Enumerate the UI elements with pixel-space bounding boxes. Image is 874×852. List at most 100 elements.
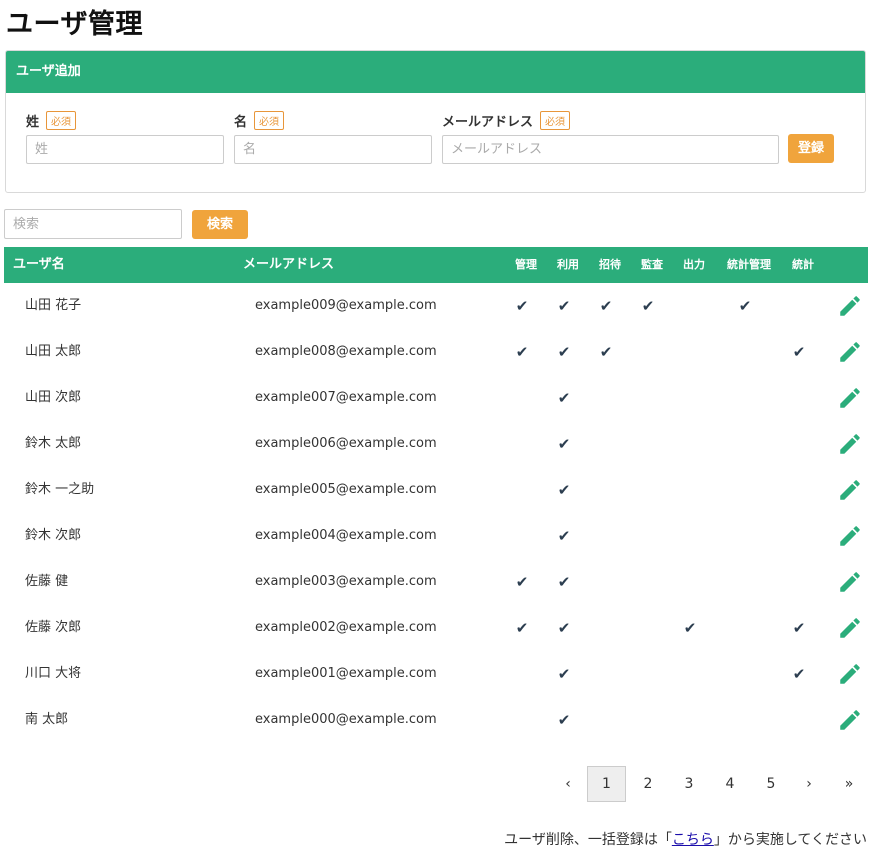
user-email: example003@example.com	[255, 574, 437, 589]
page-title: ユーザ管理	[6, 9, 143, 40]
email-label-text: メールアドレス	[442, 115, 534, 130]
column-header-audit: 監査	[641, 258, 663, 271]
column-header-stats: 統計	[792, 258, 814, 271]
required-badge: 必須	[540, 111, 571, 130]
user-name: 佐藤 次郎	[25, 620, 82, 635]
table-row: 鈴木 太郎 example006@example.com ✔	[4, 421, 868, 467]
table-row: 鈴木 一之助 example005@example.com ✔	[4, 467, 868, 513]
check-icon: ✔	[792, 343, 806, 361]
add-user-header: ユーザ追加	[6, 51, 865, 93]
user-email: example001@example.com	[255, 666, 437, 681]
column-header-stats-admin: 統計管理	[727, 258, 771, 271]
user-email: example006@example.com	[255, 436, 437, 451]
pencil-icon[interactable]	[837, 615, 863, 641]
column-header-export: 出力	[683, 258, 705, 271]
column-header-name: ユーザ名	[13, 257, 65, 272]
check-icon: ✔	[557, 435, 571, 453]
pencil-icon[interactable]	[837, 385, 863, 411]
pencil-icon[interactable]	[837, 569, 863, 595]
pagination-page-1[interactable]: 1	[587, 766, 626, 802]
column-header-email: メールアドレス	[243, 257, 335, 272]
pagination-page-3[interactable]: 3	[671, 766, 707, 802]
pencil-icon[interactable]	[837, 431, 863, 457]
user-name: 南 太郎	[25, 712, 69, 727]
table-row: 南 太郎 example000@example.com ✔	[4, 697, 868, 743]
user-name: 鈴木 一之助	[25, 482, 95, 497]
user-name: 山田 太郎	[25, 344, 82, 359]
pencil-icon[interactable]	[837, 707, 863, 733]
pencil-icon[interactable]	[837, 523, 863, 549]
user-email: example009@example.com	[255, 298, 437, 313]
user-email: example004@example.com	[255, 528, 437, 543]
check-icon: ✔	[683, 619, 697, 637]
user-management-page: ユーザ管理 ユーザ追加 姓必須 名必須 メールアドレス必須 登録 検索 ユーザ名…	[0, 0, 874, 852]
check-icon: ✔	[641, 297, 655, 315]
last-name-label: 姓必須	[26, 111, 77, 130]
footer-note-before: ユーザ削除、一括登録は「	[504, 832, 672, 848]
pencil-icon[interactable]	[837, 293, 863, 319]
user-name: 山田 花子	[25, 298, 82, 313]
check-icon: ✔	[515, 619, 529, 637]
check-icon: ✔	[515, 343, 529, 361]
column-header-use: 利用	[557, 258, 579, 271]
check-icon: ✔	[792, 619, 806, 637]
check-icon: ✔	[599, 343, 613, 361]
email-label: メールアドレス 必須	[442, 111, 571, 130]
pagination-next[interactable]: ›	[791, 766, 827, 802]
register-button[interactable]: 登録	[788, 134, 834, 163]
table-row: 川口 大将 example001@example.com ✔ ✔	[4, 651, 868, 697]
table-header: ユーザ名 メールアドレス 管理 利用 招待 監査 出力 統計管理 統計	[4, 247, 868, 283]
check-icon: ✔	[792, 665, 806, 683]
check-icon: ✔	[738, 297, 752, 315]
check-icon: ✔	[557, 619, 571, 637]
bulk-link[interactable]: こちら	[672, 832, 714, 848]
email-input[interactable]	[442, 135, 779, 164]
user-name: 佐藤 健	[25, 574, 69, 589]
pagination-prev[interactable]: ‹	[550, 766, 586, 802]
pencil-icon[interactable]	[837, 477, 863, 503]
table-row: 山田 太郎 example008@example.com ✔ ✔ ✔ ✔	[4, 329, 868, 375]
first-name-label: 名必須	[234, 111, 285, 130]
pencil-icon[interactable]	[837, 339, 863, 365]
check-icon: ✔	[515, 297, 529, 315]
last-name-input[interactable]	[26, 135, 224, 164]
user-email: example005@example.com	[255, 482, 437, 497]
user-name: 鈴木 次郎	[25, 528, 82, 543]
pencil-icon[interactable]	[837, 661, 863, 687]
pagination-page-2[interactable]: 2	[630, 766, 666, 802]
footer-note-after: 」から実施してください	[713, 832, 867, 848]
check-icon: ✔	[557, 711, 571, 729]
pagination-page-4[interactable]: 4	[712, 766, 748, 802]
user-name: 川口 大将	[25, 666, 82, 681]
check-icon: ✔	[557, 389, 571, 407]
last-name-label-text: 姓	[26, 115, 40, 130]
pagination-last[interactable]: »	[831, 766, 867, 802]
table-row: 山田 花子 example009@example.com ✔ ✔ ✔ ✔ ✔	[4, 283, 868, 329]
add-user-card: ユーザ追加 姓必須 名必須 メールアドレス必須 登録	[5, 50, 866, 193]
column-header-admin: 管理	[515, 258, 537, 271]
user-email: example000@example.com	[255, 712, 437, 727]
table-row: 佐藤 次郎 example002@example.com ✔ ✔ ✔ ✔	[4, 605, 868, 651]
table-row: 佐藤 健 example003@example.com ✔ ✔	[4, 559, 868, 605]
user-email: example008@example.com	[255, 344, 437, 359]
table-row: 山田 次郎 example007@example.com ✔	[4, 375, 868, 421]
pagination-page-5[interactable]: 5	[753, 766, 789, 802]
check-icon: ✔	[557, 573, 571, 591]
first-name-input[interactable]	[234, 135, 432, 164]
check-icon: ✔	[515, 573, 529, 591]
check-icon: ✔	[557, 343, 571, 361]
table-row: 鈴木 次郎 example004@example.com ✔	[4, 513, 868, 559]
column-header-invite: 招待	[599, 258, 621, 271]
check-icon: ✔	[557, 297, 571, 315]
check-icon: ✔	[557, 527, 571, 545]
required-badge: 必須	[46, 111, 77, 130]
required-badge: 必須	[254, 111, 285, 130]
footer-note: ユーザ削除、一括登録は「こちら」から実施してください	[504, 829, 867, 849]
user-email: example002@example.com	[255, 620, 437, 635]
search-input[interactable]	[4, 209, 182, 239]
user-name: 山田 次郎	[25, 390, 82, 405]
first-name-label-text: 名	[234, 115, 248, 130]
user-name: 鈴木 太郎	[25, 436, 82, 451]
check-icon: ✔	[557, 481, 571, 499]
search-button[interactable]: 検索	[192, 210, 248, 239]
